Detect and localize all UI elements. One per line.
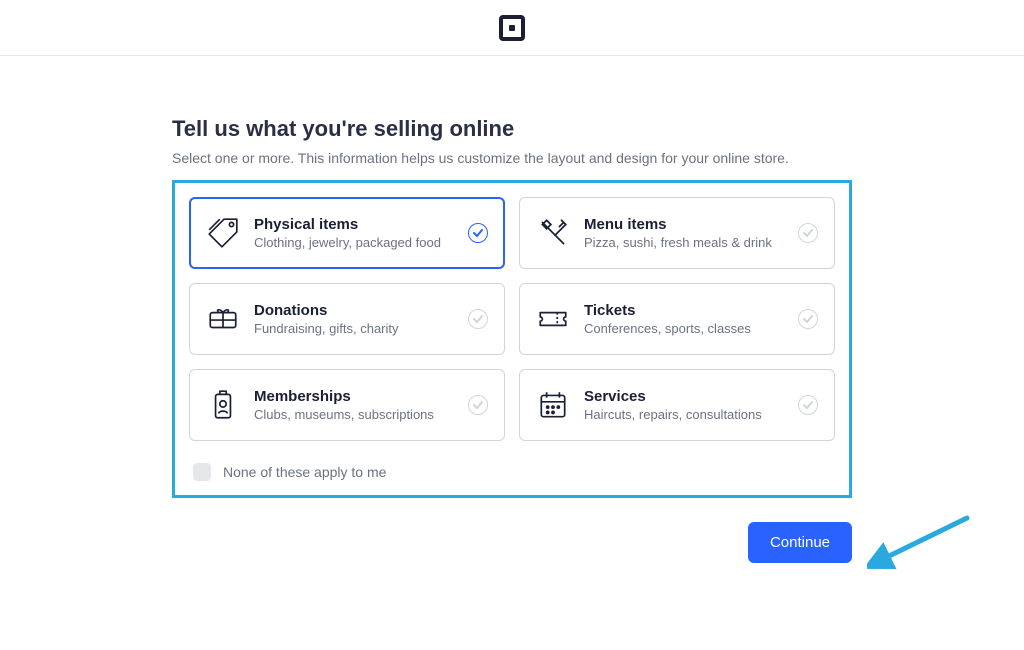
continue-button[interactable]: Continue [748, 522, 852, 563]
card-title: Physical items [254, 216, 454, 233]
top-bar [0, 0, 1024, 56]
utensils-icon [536, 216, 570, 250]
card-desc: Clothing, jewelry, packaged food [254, 235, 454, 250]
none-apply-label: None of these apply to me [223, 464, 386, 480]
ticket-icon [536, 302, 570, 336]
check-icon [798, 395, 818, 415]
page-subtitle: Select one or more. This information hel… [172, 150, 852, 166]
card-title: Menu items [584, 216, 784, 233]
check-icon [468, 309, 488, 329]
footer-actions: Continue [172, 522, 852, 563]
calendar-icon [536, 388, 570, 422]
category-grid: Physical items Clothing, jewelry, packag… [189, 197, 835, 441]
page-title: Tell us what you're selling online [172, 116, 852, 142]
card-memberships[interactable]: Memberships Clubs, museums, subscription… [189, 369, 505, 441]
card-title: Tickets [584, 302, 784, 319]
check-icon [468, 395, 488, 415]
check-icon [798, 223, 818, 243]
card-physical-items[interactable]: Physical items Clothing, jewelry, packag… [189, 197, 505, 269]
card-donations[interactable]: Donations Fundraising, gifts, charity [189, 283, 505, 355]
gift-icon [206, 302, 240, 336]
check-icon [798, 309, 818, 329]
annotation-arrow-icon [867, 510, 977, 575]
annotation-highlight-box: Physical items Clothing, jewelry, packag… [172, 180, 852, 498]
card-desc: Fundraising, gifts, charity [254, 321, 454, 336]
card-title: Donations [254, 302, 454, 319]
card-services[interactable]: Services Haircuts, repairs, consultation… [519, 369, 835, 441]
card-desc: Pizza, sushi, fresh meals & drink [584, 235, 784, 250]
tag-icon [206, 216, 240, 250]
card-desc: Haircuts, repairs, consultations [584, 407, 784, 422]
card-tickets[interactable]: Tickets Conferences, sports, classes [519, 283, 835, 355]
square-logo-icon [499, 15, 525, 41]
card-desc: Conferences, sports, classes [584, 321, 784, 336]
checkbox-icon [193, 463, 211, 481]
card-title: Services [584, 388, 784, 405]
badge-icon [206, 388, 240, 422]
none-apply-option[interactable]: None of these apply to me [189, 463, 835, 481]
card-menu-items[interactable]: Menu items Pizza, sushi, fresh meals & d… [519, 197, 835, 269]
onboarding-panel: Tell us what you're selling online Selec… [172, 116, 852, 563]
card-desc: Clubs, museums, subscriptions [254, 407, 454, 422]
check-icon [468, 223, 488, 243]
card-title: Memberships [254, 388, 454, 405]
